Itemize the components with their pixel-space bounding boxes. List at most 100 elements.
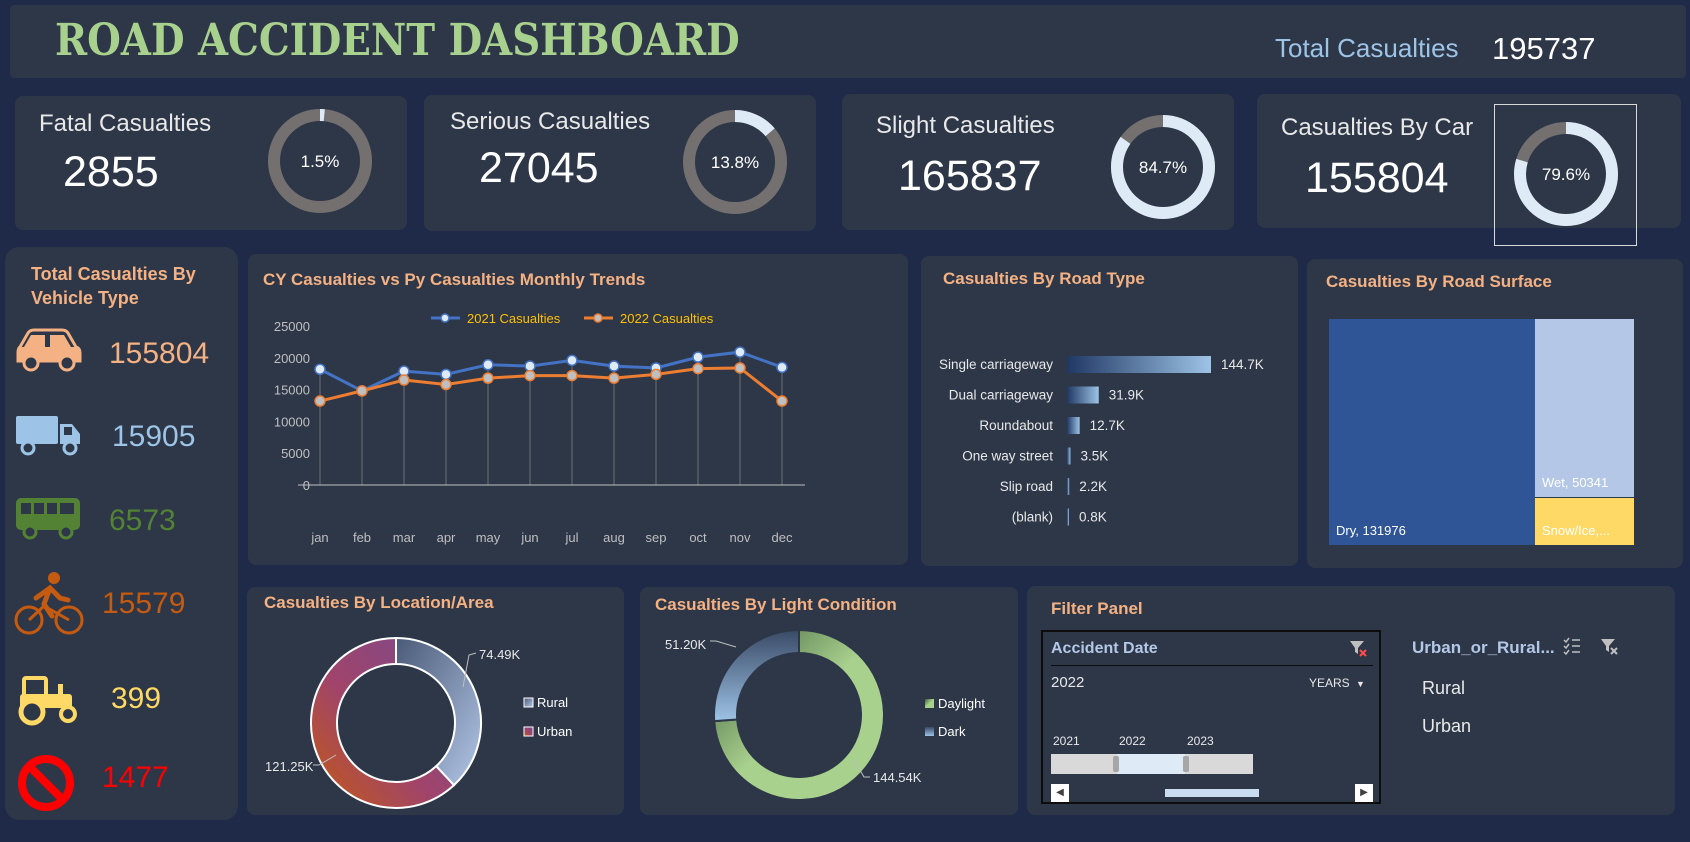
bar[interactable]: [1067, 447, 1071, 465]
bar-category-label: (blank): [1012, 510, 1053, 525]
kpi-fatal-card[interactable]: Fatal Casualties 2855 1.5%: [15, 96, 407, 230]
timeline-year-2022[interactable]: 2022: [1119, 734, 1146, 748]
data-point[interactable]: [566, 369, 578, 382]
vehicle-value-bus: 6573: [109, 504, 176, 537]
multi-select-icon[interactable]: [1562, 636, 1582, 656]
x-tick-label: jul: [564, 530, 578, 545]
total-casualties-label: Total Casualties: [1275, 33, 1459, 63]
kpi-serious-pct: 13.8%: [711, 153, 759, 172]
kpi-car-donut: 79.6%: [1514, 122, 1618, 226]
bar-category-label: Slip road: [1000, 479, 1053, 494]
x-tick-label: oct: [689, 530, 707, 545]
bar-category-label: One way street: [962, 449, 1053, 464]
scroll-left-button[interactable]: ◀: [1051, 784, 1069, 802]
data-point[interactable]: [524, 369, 536, 382]
bar[interactable]: [1067, 508, 1069, 526]
data-point[interactable]: [482, 372, 494, 384]
data-point[interactable]: [398, 374, 410, 386]
time-level-dropdown[interactable]: YEARS ▼: [1309, 676, 1365, 690]
timeline-handle-right[interactable]: [1183, 756, 1189, 772]
tractor-icon: [18, 676, 77, 726]
legend-2021-label: 2021 Casualties: [467, 311, 561, 326]
data-point[interactable]: [776, 395, 788, 407]
scroll-right-button[interactable]: ▶: [1355, 784, 1373, 802]
bar-value-label: 12.7K: [1090, 418, 1125, 433]
data-point[interactable]: [440, 378, 452, 391]
road-type-chart: Single carriageway 144.7K Dual carriageway…: [939, 356, 1264, 526]
dashboard-title: ROAD ACCIDENT DASHBOARD: [55, 15, 740, 66]
vehicle-value-other: 1477: [102, 761, 169, 794]
donut-slice[interactable]: [713, 628, 800, 723]
timeline-selected-range[interactable]: [1117, 754, 1185, 774]
legend-daylight-label: Daylight: [938, 696, 985, 711]
total-casualties-value: 195737: [1492, 31, 1596, 66]
accident-date-slicer[interactable]: Accident Date 2022 YEARS ▼ 2021 2022 202…: [1041, 630, 1381, 804]
x-tick-label: mar: [393, 530, 416, 545]
slicer-option-rural[interactable]: Rural: [1422, 678, 1465, 699]
data-point[interactable]: [566, 354, 578, 367]
chevron-down-icon: ▼: [1356, 679, 1365, 689]
treemap-dry-label: Dry, 131976: [1336, 523, 1406, 538]
time-level-label: YEARS: [1309, 676, 1350, 690]
bar-category-label: Single carriageway: [939, 357, 1053, 372]
timeline-scrollbar[interactable]: [1165, 789, 1259, 797]
location-donut-chart: 74.49K 121.25K Rural Urban: [265, 636, 572, 809]
vehicle-value-truck: 15905: [112, 420, 196, 453]
clear-filter-icon[interactable]: [1348, 638, 1368, 658]
kpi-slight-donut: 84.7%: [1111, 115, 1215, 219]
treemap-snow[interactable]: Snow/Ice,...: [1535, 498, 1634, 545]
treemap-wet[interactable]: Wet, 50341: [1535, 319, 1634, 497]
data-point[interactable]: [314, 395, 326, 407]
kpi-fatal-pct: 1.5%: [301, 152, 340, 171]
prohibited-icon: [18, 755, 74, 811]
data-point[interactable]: [692, 362, 704, 375]
bar[interactable]: [1067, 386, 1099, 404]
urban-data-label: 121.25K: [265, 759, 314, 774]
daylight-data-label: 144.54K: [873, 770, 922, 785]
data-point[interactable]: [608, 372, 620, 384]
vehicle-row-bus: 6573: [14, 494, 224, 554]
treemap-wet-label: Wet, 50341: [1542, 475, 1609, 490]
bar[interactable]: [1067, 417, 1080, 434]
kpi-slight-label: Slight Casualties: [876, 112, 1055, 139]
location-area-panel: Casualties By Location/Area 74.49K 121.2…: [247, 587, 624, 815]
timeline-handle-left[interactable]: [1113, 756, 1119, 772]
data-point[interactable]: [314, 363, 326, 375]
treemap-dry[interactable]: Dry, 131976: [1329, 319, 1535, 545]
timeline-year-2023[interactable]: 2023: [1187, 734, 1214, 748]
timeline-year-2021[interactable]: 2021: [1053, 734, 1080, 748]
legend-2022-label: 2022 Casualties: [620, 311, 714, 326]
x-tick-label: dec: [772, 530, 793, 545]
data-point[interactable]: [482, 359, 494, 371]
data-point[interactable]: [650, 368, 662, 381]
vehicle-row-bicycle: 15579: [14, 570, 224, 635]
kpi-serious-card[interactable]: Serious Casualties 27045 13.8%: [424, 95, 816, 231]
kpi-car-label: Casualties By Car: [1281, 114, 1474, 141]
data-point[interactable]: [734, 362, 746, 374]
truck-icon: [16, 416, 80, 456]
filter-panel: Filter Panel Accident Date 2022 YEARS ▼ …: [1027, 586, 1675, 815]
kpi-slight-card[interactable]: Slight Casualties 165837 84.7%: [842, 94, 1234, 230]
legend-dark-label: Dark: [938, 724, 966, 739]
clear-filter-icon-area[interactable]: [1599, 636, 1619, 656]
data-point[interactable]: [692, 351, 704, 363]
vehicle-row-truck: 15905: [14, 410, 224, 470]
data-point[interactable]: [734, 346, 746, 358]
slicer-option-urban[interactable]: Urban: [1422, 716, 1471, 737]
data-point[interactable]: [524, 360, 536, 372]
bar-value-label: 31.9K: [1109, 388, 1144, 403]
data-point[interactable]: [776, 361, 788, 374]
urban-rural-slicer-title: Urban_or_Rural...: [1412, 638, 1555, 657]
x-tick-label: jun: [520, 530, 538, 545]
kpi-car-card[interactable]: Casualties By Car 155804 79.6%: [1257, 94, 1681, 246]
bar[interactable]: [1067, 478, 1070, 495]
treemap-snow-label: Snow/Ice,...: [1542, 523, 1610, 538]
data-point[interactable]: [356, 385, 368, 397]
road-surface-title: Casualties By Road Surface: [1326, 272, 1552, 291]
urban-rural-slicer[interactable]: Urban_or_Rural... Rural Urban: [1402, 630, 1642, 804]
vehicle-row-other: 1477: [14, 755, 224, 815]
bar[interactable]: [1067, 356, 1211, 373]
series-line-1: [319, 366, 783, 403]
data-point[interactable]: [608, 360, 620, 372]
data-point[interactable]: [440, 368, 452, 381]
